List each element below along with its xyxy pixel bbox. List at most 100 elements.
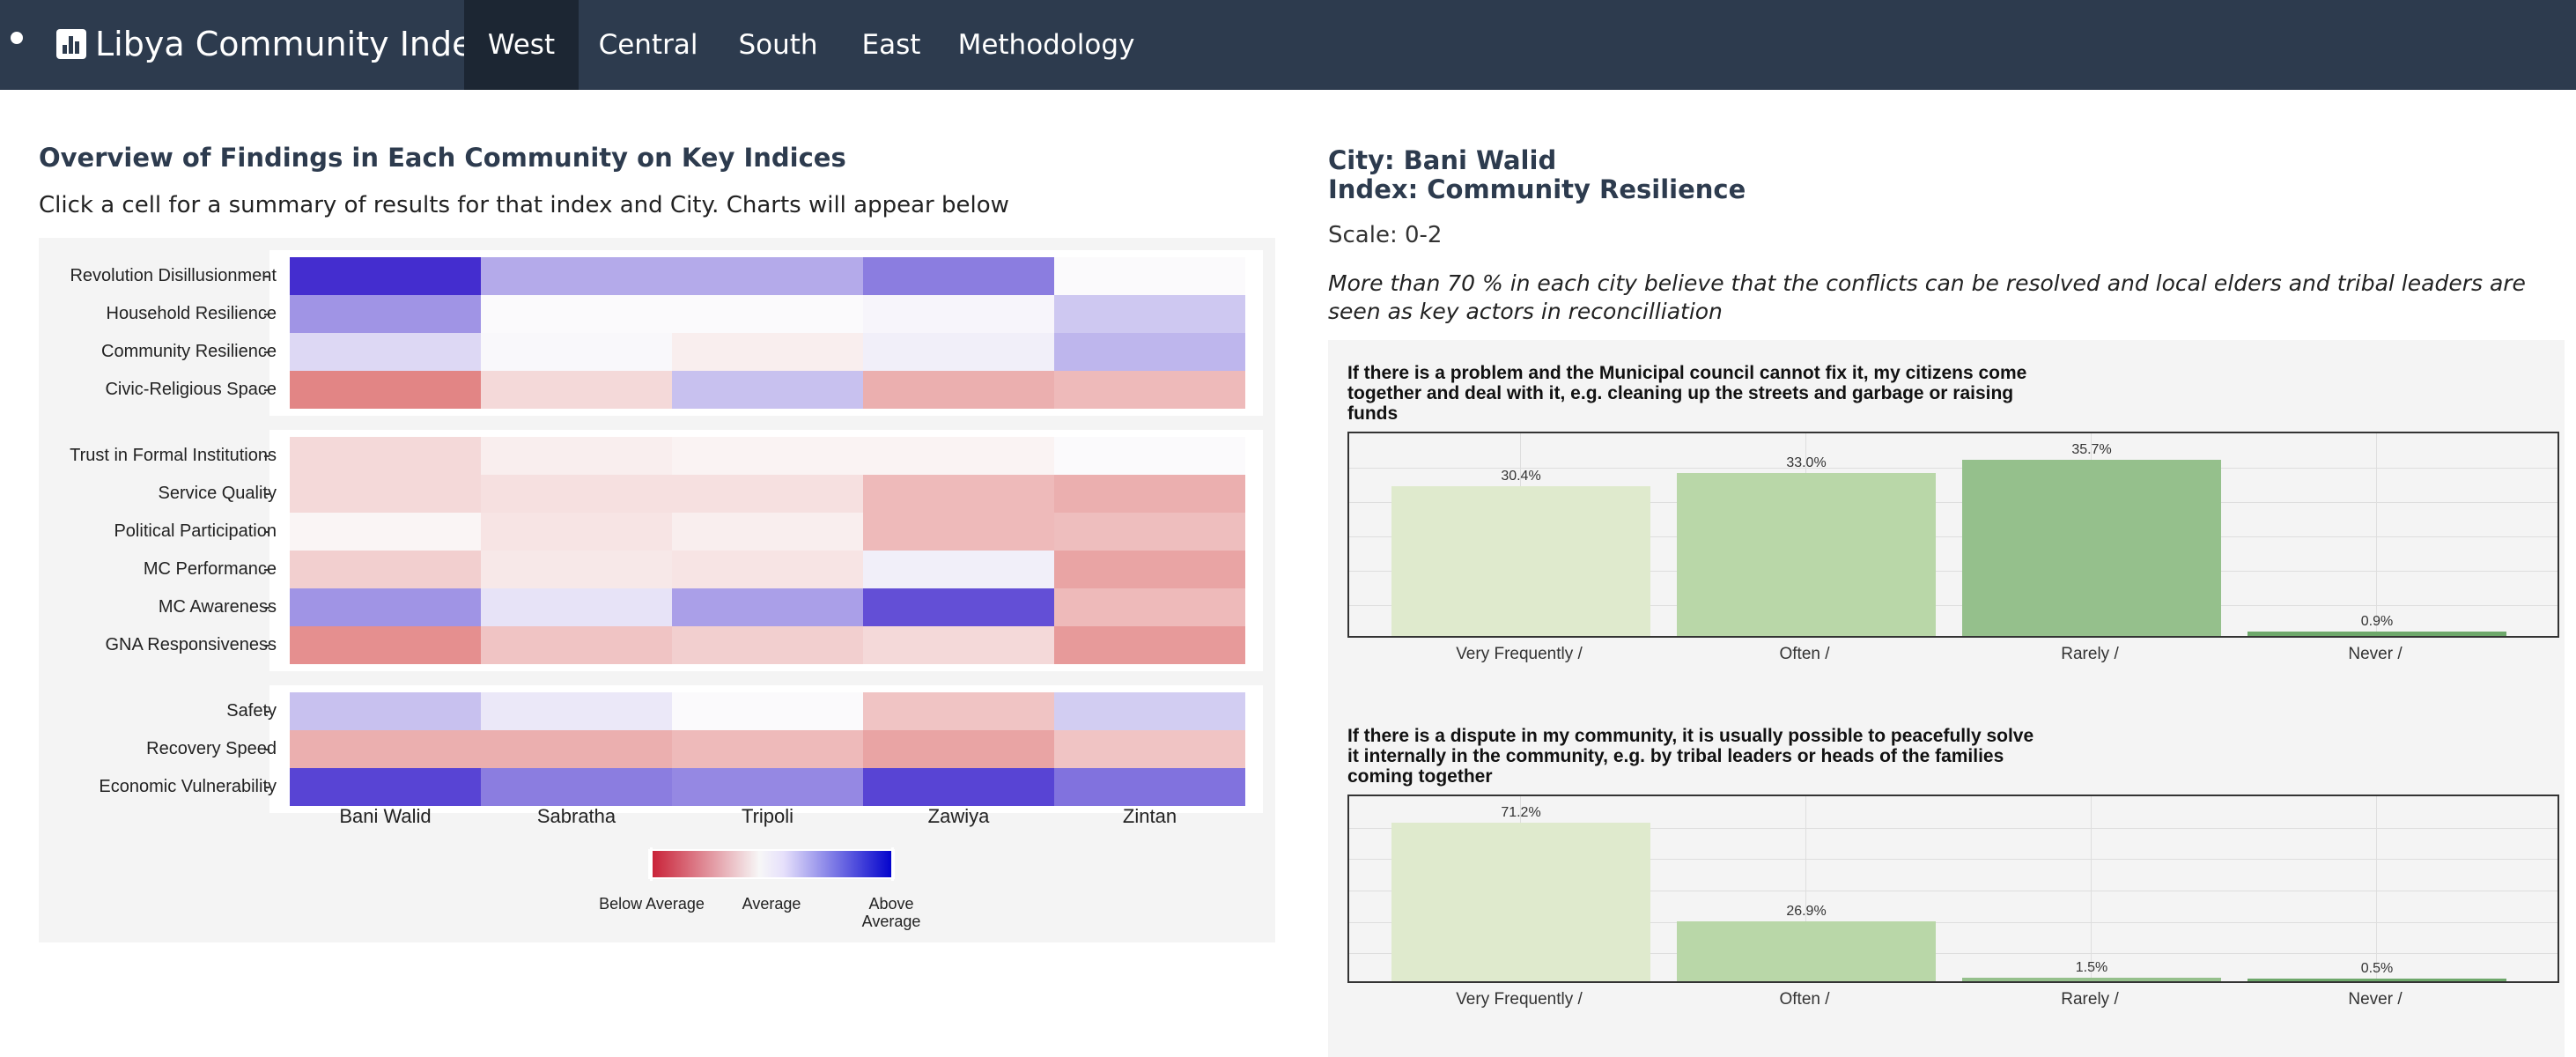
row-tick [264,531,269,533]
index-summary: More than 70 % in each city believe that… [1328,270,2526,324]
brand[interactable]: Libya Community Index [56,18,491,70]
tab-methodology[interactable]: Methodology [944,0,1148,90]
bar-plot: 30.4% 33.0% 35.7% 0.9% [1347,432,2559,638]
row-tick [264,645,269,647]
heatmap-cell-service-quality-tripoli[interactable] [672,475,863,513]
heatmap-cell-economic-vulnerability-bani-walid[interactable] [290,768,481,806]
heatmap-cell-mc-performance-bani-walid[interactable] [290,551,481,588]
heatmap-cell-household-resilience-tripoli[interactable] [672,295,863,333]
heatmap-cell-household-resilience-zawiya[interactable] [863,295,1054,333]
heatmap-cell-safety-tripoli[interactable] [672,692,863,730]
heatmap-cell-service-quality-sabratha[interactable] [481,475,672,513]
heatmap-cell-community-resilience-sabratha[interactable] [481,333,672,371]
row-label-household-resilience: Household Resilience [106,304,277,323]
heatmap-cell-service-quality-zintan[interactable] [1054,475,1245,513]
heatmap-cell-household-resilience-bani-walid[interactable] [290,295,481,333]
heatmap-cell-community-resilience-tripoli[interactable] [672,333,863,371]
tab-west-label: West [487,29,556,61]
tab-west[interactable]: West [464,0,579,90]
heatmap-cell-civic-religious-space-sabratha[interactable] [481,371,672,409]
heatmap-cell-revolution-disillusionment-zintan[interactable] [1054,257,1245,295]
bar-often[interactable] [1677,921,1936,981]
row-label-political-participation: Political Participation [114,521,277,541]
heatmap-cell-civic-religious-space-zintan[interactable] [1054,371,1245,409]
x-axis-label: Often / [1779,990,1830,1009]
tab-methodology-label: Methodology [957,29,1135,61]
heatmap-cell-safety-zintan[interactable] [1054,692,1245,730]
heatmap-cell-recovery-speed-zawiya[interactable] [863,730,1054,768]
heatmap-cell-community-resilience-zawiya[interactable] [863,333,1054,371]
bar-very-frequently[interactable] [1391,823,1650,981]
legend-average: Average [742,895,801,913]
heatmap-cell-recovery-speed-tripoli[interactable] [672,730,863,768]
heatmap-cell-mc-performance-zawiya[interactable] [863,551,1054,588]
heatmap-cell-economic-vulnerability-tripoli[interactable] [672,768,863,806]
heatmap-cell-mc-performance-zintan[interactable] [1054,551,1245,588]
heatmap-cell-civic-religious-space-tripoli[interactable] [672,371,863,409]
heatmap-chart: Below Average Average Above Average Revo… [39,238,1275,942]
heatmap-cell-political-participation-bani-walid[interactable] [290,513,481,551]
heatmap-cell-safety-bani-walid[interactable] [290,692,481,730]
heatmap-cell-mc-awareness-zintan[interactable] [1054,588,1245,626]
heatmap-cell-gna-responsiveness-sabratha[interactable] [481,626,672,664]
heatmap-cell-mc-performance-sabratha[interactable] [481,551,672,588]
heatmap-cell-household-resilience-zintan[interactable] [1054,295,1245,333]
bar-never[interactable] [2248,632,2506,636]
heatmap-cell-recovery-speed-zintan[interactable] [1054,730,1245,768]
row-label-community-resilience: Community Resilience [101,342,277,361]
bar-rarely[interactable] [1962,978,2221,981]
heatmap-cell-revolution-disillusionment-sabratha[interactable] [481,257,672,295]
row-tick [264,787,269,788]
heatmap-cell-political-participation-zintan[interactable] [1054,513,1245,551]
heatmap-cell-gna-responsiveness-zintan[interactable] [1054,626,1245,664]
tab-south[interactable]: South [718,0,838,90]
heatmap-cell-economic-vulnerability-zawiya[interactable] [863,768,1054,806]
heatmap-cell-community-resilience-bani-walid[interactable] [290,333,481,371]
heatmap-cell-civic-religious-space-bani-walid[interactable] [290,371,481,409]
heatmap-title: Overview of Findings in Each Community o… [39,143,846,173]
bar-very-frequently[interactable] [1391,486,1650,636]
heatmap-cell-gna-responsiveness-tripoli[interactable] [672,626,863,664]
heatmap-cell-civic-religious-space-zawiya[interactable] [863,371,1054,409]
x-axis-label: Never / [2348,990,2403,1009]
heatmap-cell-gna-responsiveness-bani-walid[interactable] [290,626,481,664]
heatmap-cell-political-participation-sabratha[interactable] [481,513,672,551]
heatmap-cell-community-resilience-zintan[interactable] [1054,333,1245,371]
bar-never[interactable] [2248,979,2506,981]
brand-label: Libya Community Index [95,25,492,63]
heatmap-cell-gna-responsiveness-zawiya[interactable] [863,626,1054,664]
heatmap-cell-mc-awareness-sabratha[interactable] [481,588,672,626]
heatmap-cell-mc-awareness-tripoli[interactable] [672,588,863,626]
bar-often[interactable] [1677,473,1936,636]
heatmap-cell-political-participation-zawiya[interactable] [863,513,1054,551]
heatmap-cell-trust-in-formal-institutions-zawiya[interactable] [863,437,1054,475]
heatmap-cell-revolution-disillusionment-zawiya[interactable] [863,257,1054,295]
heatmap-cell-safety-zawiya[interactable] [863,692,1054,730]
heatmap-cell-mc-performance-tripoli[interactable] [672,551,863,588]
heatmap-cell-trust-in-formal-institutions-bani-walid[interactable] [290,437,481,475]
heatmap-cell-revolution-disillusionment-bani-walid[interactable] [290,257,481,295]
heatmap-cell-mc-awareness-zawiya[interactable] [863,588,1054,626]
heatmap-cell-trust-in-formal-institutions-zintan[interactable] [1054,437,1245,475]
heatmap-cell-service-quality-zawiya[interactable] [863,475,1054,513]
heatmap-cell-trust-in-formal-institutions-sabratha[interactable] [481,437,672,475]
tab-east[interactable]: East [838,0,944,90]
heatmap-cell-economic-vulnerability-sabratha[interactable] [481,768,672,806]
heatmap-cell-economic-vulnerability-zintan[interactable] [1054,768,1245,806]
heatmap-cell-political-participation-tripoli[interactable] [672,513,863,551]
bar-rarely[interactable] [1962,460,2221,636]
row-tick [264,749,269,750]
heatmap-cell-revolution-disillusionment-tripoli[interactable] [672,257,863,295]
heatmap-cell-recovery-speed-sabratha[interactable] [481,730,672,768]
heatmap-cell-service-quality-bani-walid[interactable] [290,475,481,513]
legend-colorbar [648,849,895,879]
heatmap-cell-household-resilience-sabratha[interactable] [481,295,672,333]
heatmap-cell-trust-in-formal-institutions-tripoli[interactable] [672,437,863,475]
heatmap-cell-safety-sabratha[interactable] [481,692,672,730]
heatmap-cell-recovery-speed-bani-walid[interactable] [290,730,481,768]
row-label-recovery-speed: Recovery Speed [146,739,277,758]
tab-central[interactable]: Central [579,0,718,90]
row-label-trust-in-formal-institutions: Trust in Formal Institutions [70,446,277,465]
heatmap-cell-mc-awareness-bani-walid[interactable] [290,588,481,626]
x-axis-label: Very Frequently / [1456,990,1583,1009]
